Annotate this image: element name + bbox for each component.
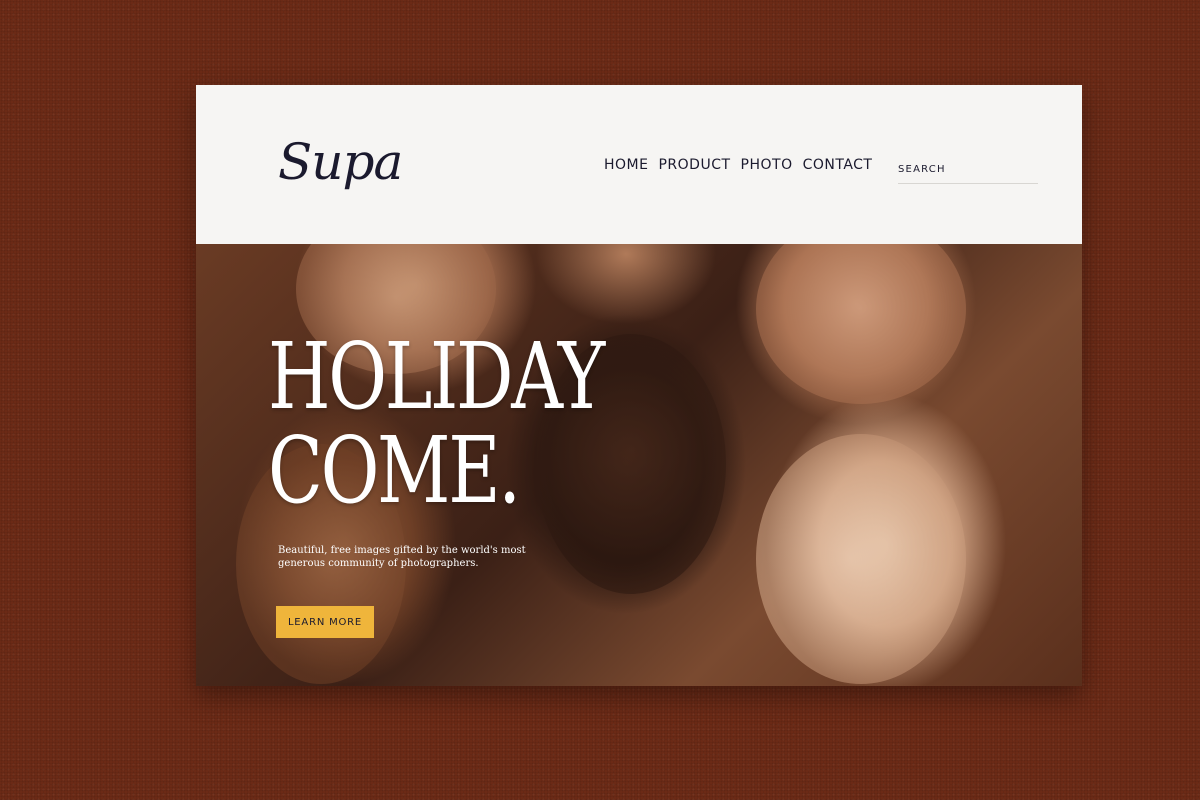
hero-photo-face	[756, 244, 966, 404]
nav-item-product[interactable]: PRODUCT	[658, 157, 730, 173]
search-box	[898, 159, 1038, 184]
search-input[interactable]	[898, 164, 1038, 175]
learn-more-button[interactable]: LEARN MORE	[276, 606, 374, 638]
hero-subtitle: Beautiful, free images gifted by the wor…	[278, 545, 526, 569]
hero-title-line-2: COME.	[268, 417, 521, 524]
site-header: Supa HOME PRODUCT PHOTO CONTACT	[196, 85, 1082, 244]
website-mockup: Supa HOME PRODUCT PHOTO CONTACT HOLIDAY …	[196, 85, 1082, 686]
hero-title: HOLIDAY COME.	[268, 323, 605, 524]
hero-photo-face	[756, 434, 966, 684]
nav-item-photo[interactable]: PHOTO	[741, 157, 793, 173]
nav-item-home[interactable]: HOME	[604, 157, 648, 173]
logo[interactable]: Supa	[278, 137, 403, 187]
hero-title-line-1: HOLIDAY	[268, 323, 605, 430]
nav-item-contact[interactable]: CONTACT	[803, 157, 873, 173]
main-nav: HOME PRODUCT PHOTO CONTACT	[604, 157, 872, 173]
hero-section: HOLIDAY COME. Beautiful, free images gif…	[196, 244, 1082, 686]
